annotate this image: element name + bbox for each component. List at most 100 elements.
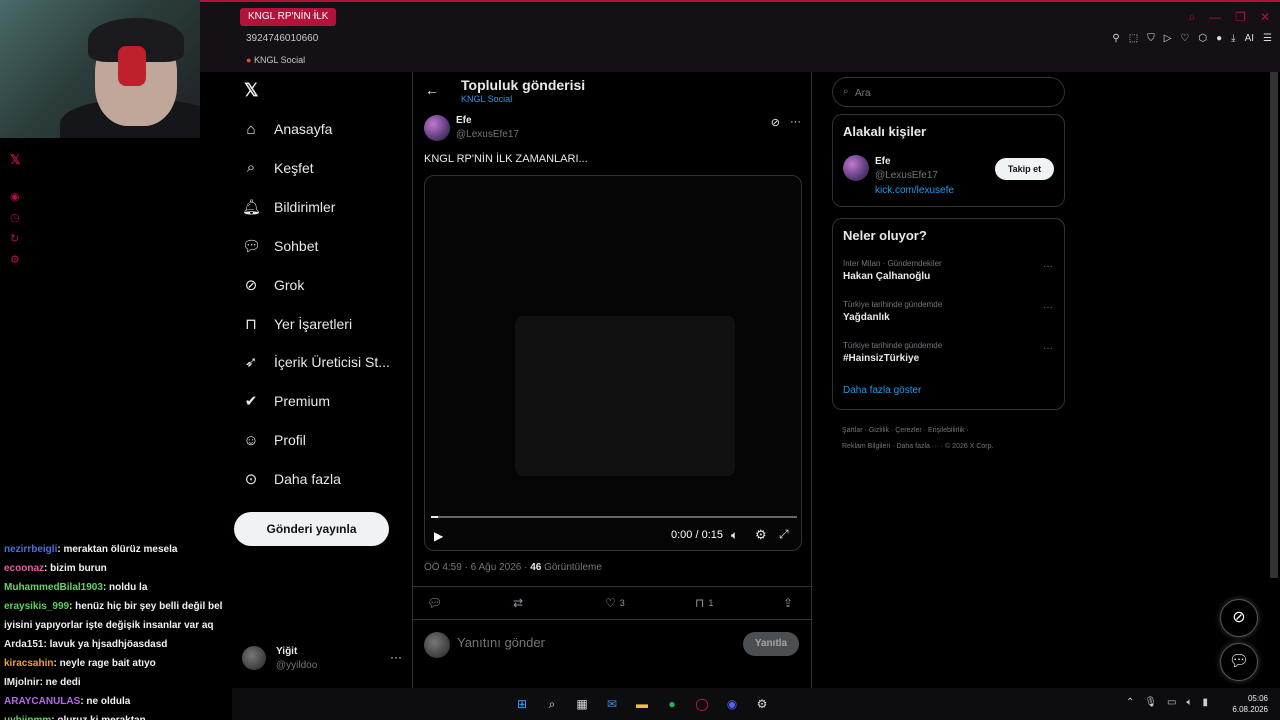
heart-icon[interactable]: ♡ — [1180, 33, 1189, 44]
pin-icon[interactable]: ⚲ — [1112, 33, 1119, 44]
nav-item-bildirimler[interactable]: 🔔︎ Bildirimler — [242, 192, 335, 222]
profile-icon[interactable]: ● — [1216, 33, 1222, 44]
footer-line[interactable]: Şartlar · Gizlilik · Çerezler · Erişileb… — [842, 423, 1062, 439]
related-handle[interactable]: @LexusEfe17 — [875, 170, 938, 181]
trend-item[interactable]: Türkiye tarihinde gündemde Yağdanlık ··· — [843, 300, 1053, 323]
author-name[interactable]: Efe — [456, 115, 472, 126]
new-tab-icon[interactable]: + — [312, 8, 319, 22]
restore-icon[interactable]: ❐ — [1235, 10, 1246, 25]
store-icon[interactable]: ▦ — [572, 694, 592, 714]
video-player[interactable]: ▶ 0:00 / 0:15 🔈︎ ⚙ ⤢ — [424, 175, 802, 551]
file-explorer-icon[interactable]: ▬ — [632, 694, 652, 714]
reply-icon[interactable]: 💬︎ — [427, 596, 442, 610]
mic-icon[interactable]: 🎙︎ — [1144, 697, 1157, 708]
scrollbar[interactable] — [1270, 72, 1278, 578]
post-button[interactable]: Gönderi yayınla — [234, 512, 389, 546]
more-icon[interactable]: ··· — [1043, 261, 1053, 272]
bookmark-button[interactable]: ⊓ 1 — [695, 596, 713, 610]
play-icon[interactable]: ▷ — [1164, 33, 1172, 44]
avatar[interactable] — [843, 155, 869, 181]
more-icon[interactable]: ··· — [790, 116, 801, 129]
play-icon[interactable]: ▶ — [434, 529, 443, 543]
outlook-icon[interactable]: ✉ — [602, 694, 622, 714]
related-name[interactable]: Efe — [875, 156, 891, 167]
chat-username[interactable]: Arda151 — [4, 639, 43, 650]
extensions-icon[interactable]: ⬡ — [1198, 33, 1207, 44]
nav-item-sohbet[interactable]: 💬︎ Sohbet — [242, 231, 318, 261]
record-icon[interactable]: ◉ — [10, 190, 20, 203]
tray-chevron-icon[interactable]: ⌃ — [1126, 697, 1134, 708]
download-icon[interactable]: ⤓ — [1231, 33, 1235, 44]
search-icon[interactable]: ⌕ — [542, 694, 562, 714]
messages-fab-icon[interactable]: 💬︎ — [1220, 643, 1258, 681]
community-link[interactable]: KNGL Social — [461, 94, 512, 104]
author-handle[interactable]: @LexusEfe17 — [456, 129, 519, 140]
more-icon[interactable]: ··· — [1043, 302, 1053, 313]
search-box[interactable]: ⌕ — [832, 77, 1065, 107]
shield-icon[interactable]: ⛉ — [1147, 33, 1155, 44]
x-logo-icon[interactable]: 𝕏 — [10, 152, 20, 168]
network-icon[interactable]: ▭ — [1167, 697, 1176, 708]
speaker-icon[interactable]: 🔈︎ — [1186, 697, 1192, 708]
trend-item[interactable]: Inter Milan · Gündemdekiler Hakan Çalhano… — [843, 259, 1053, 282]
reply-input[interactable] — [457, 635, 697, 650]
nav-item-i-çerik-üreticisi-st-[interactable]: ➶ İçerik Üreticisi St... — [242, 347, 390, 377]
battery-icon[interactable]: ▮ — [1202, 697, 1208, 708]
spotify-icon[interactable]: ● — [662, 694, 682, 714]
address-bar[interactable]: 3924746010660 — [246, 33, 318, 44]
chat-username[interactable]: kiracsahin — [4, 658, 53, 669]
video-progress-bar[interactable] — [431, 516, 797, 518]
grok-icon[interactable]: ⊘ — [771, 116, 780, 129]
chat-username[interactable]: uyhjjnmm — [4, 715, 51, 720]
nav-item-yer-i-şaretleri[interactable]: ⊓ Yer İşaretleri — [242, 309, 352, 339]
screenshot-icon[interactable]: ⬚ — [1129, 33, 1138, 44]
grok-fab-icon[interactable]: ⊘ — [1220, 599, 1258, 637]
reply-button[interactable]: Yanıtla — [743, 632, 799, 656]
more-icon[interactable]: ··· — [390, 650, 402, 664]
chat-username[interactable]: ecoonaz — [4, 563, 44, 574]
discord-icon[interactable]: ◉ — [722, 694, 742, 714]
share-icon[interactable]: ⇪ — [783, 596, 793, 610]
more-icon[interactable]: ··· — [1043, 343, 1053, 354]
bookmark-kngl-social[interactable]: ● KNGL Social — [246, 55, 305, 65]
nav-item-premium[interactable]: ✔ Premium — [242, 386, 330, 416]
chat-username[interactable]: ARAYCANULAS — [4, 696, 80, 707]
ai-button[interactable]: AI — [1245, 33, 1254, 44]
footer-line[interactable]: Reklam Bilgileri · Daha fazla ··· · © 20… — [842, 439, 1062, 455]
chat-username[interactable]: nezirrbeigli — [4, 544, 57, 555]
x-logo-icon[interactable]: 𝕏 — [244, 80, 259, 101]
steam-icon[interactable]: ⚙ — [752, 694, 772, 714]
nav-item-keşfet[interactable]: ⌕ Keşfet — [242, 153, 314, 183]
clock[interactable]: 05:06 6.08.2026 — [1232, 693, 1268, 715]
follow-button[interactable]: Takip et — [995, 158, 1054, 180]
nav-item-daha-fazla[interactable]: ⊙ Daha fazla — [242, 464, 341, 494]
minimize-icon[interactable]: — — [1209, 10, 1221, 25]
account-switcher[interactable]: Yiğit @yyildoo ··· — [242, 644, 402, 674]
chat-username[interactable]: eraysikis_999 — [4, 601, 69, 612]
settings-icon[interactable]: ⚙ — [10, 253, 20, 266]
repost-icon[interactable]: ⇄ — [513, 596, 523, 610]
trend-item[interactable]: Türkiye tarihinde gündemde #HainsizTürkiy… — [843, 341, 1053, 364]
show-more-link[interactable]: Daha fazla göster — [843, 385, 921, 396]
menu-icon[interactable]: ☰ — [1263, 33, 1272, 44]
search-input[interactable] — [855, 84, 1055, 102]
nav-item-anasayfa[interactable]: ⌂ Anasayfa — [242, 114, 332, 144]
chat-username[interactable]: MuhammedBilal1903 — [4, 582, 103, 593]
settings-icon[interactable]: ⚙ — [755, 527, 767, 543]
avatar[interactable] — [424, 115, 450, 141]
browser-tab[interactable]: KNGL RP'NİN İLK — [240, 8, 337, 26]
sync-icon[interactable]: ↻ — [10, 232, 20, 245]
nav-item-grok[interactable]: ⊘ Grok — [242, 270, 305, 300]
volume-icon[interactable]: 🔈︎ — [731, 528, 738, 543]
back-arrow-icon[interactable]: ← — [425, 82, 439, 98]
like-button[interactable]: ♡ 3 — [605, 596, 625, 610]
close-icon[interactable]: ✕ — [1260, 10, 1270, 25]
windows-start-icon[interactable]: ⊞ — [512, 694, 532, 714]
search-tab-icon[interactable]: ⌕ — [1188, 10, 1195, 25]
related-link[interactable]: kick.com/lexusefe — [875, 185, 954, 196]
opera-icon[interactable]: ◯ — [692, 694, 712, 714]
fullscreen-icon[interactable]: ⤢ — [779, 527, 789, 542]
nav-item-profil[interactable]: ☺ Profil — [242, 425, 306, 455]
history-icon[interactable]: ◷ — [10, 211, 20, 224]
chat-username[interactable]: IMjolnir — [4, 677, 40, 688]
